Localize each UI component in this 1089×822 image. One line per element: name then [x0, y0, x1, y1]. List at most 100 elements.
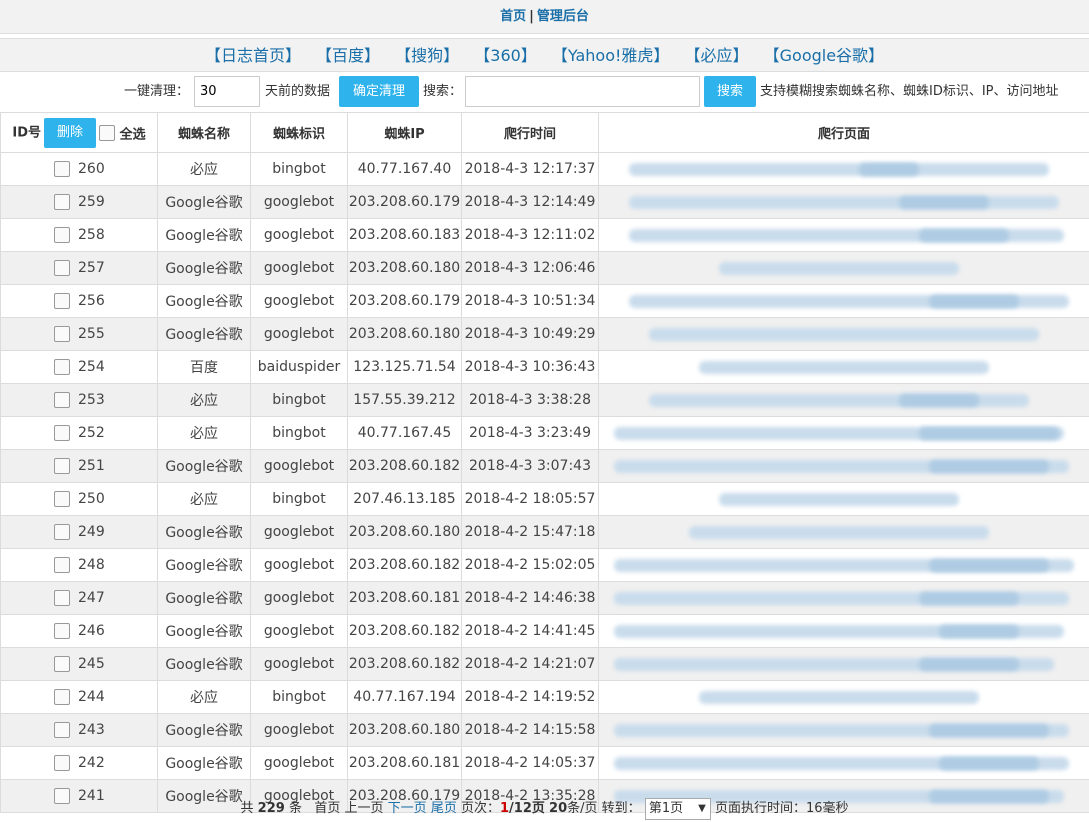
row-checkbox-icon[interactable]: [54, 392, 70, 408]
row-id-cell: 249: [0, 515, 158, 549]
engine-link-baidu[interactable]: 【百度】: [316, 46, 380, 65]
row-checkbox-icon[interactable]: [54, 623, 70, 639]
clean-days-suffix: 天前的数据: [265, 84, 331, 99]
next-page-link[interactable]: 下一页: [388, 801, 427, 816]
table-row[interactable]: 257 Google谷歌 googlebot 203.208.60.180 2018-4…: [0, 251, 1089, 285]
row-crawl-page[interactable]: [598, 185, 1089, 219]
table-row[interactable]: 251 Google谷歌 googlebot 203.208.60.182 2018-4…: [0, 449, 1089, 483]
table-row[interactable]: 259 Google谷歌 googlebot 203.208.60.179 2018-4…: [0, 185, 1089, 219]
row-spider-name: 百度: [157, 350, 251, 384]
row-checkbox-icon[interactable]: [54, 326, 70, 342]
table-row[interactable]: 248 Google谷歌 googlebot 203.208.60.182 2018-4…: [0, 548, 1089, 582]
row-spider-name: 必应: [157, 416, 251, 450]
row-crawl-page[interactable]: [598, 548, 1089, 582]
total-prefix: 共: [240, 801, 254, 816]
search-input[interactable]: [465, 76, 700, 107]
table-row[interactable]: 255 Google谷歌 googlebot 203.208.60.180 2018-4…: [0, 317, 1089, 351]
row-spider-ip: 123.125.71.54: [347, 350, 462, 384]
home-link[interactable]: 首页: [500, 9, 526, 24]
row-crawl-page[interactable]: [598, 218, 1089, 252]
row-id: 242: [78, 755, 105, 771]
row-checkbox-icon[interactable]: [54, 425, 70, 441]
row-spider-ident: googlebot: [250, 713, 348, 747]
engine-link-log-home[interactable]: 【日志首页】: [205, 46, 301, 65]
row-crawl-page[interactable]: [598, 284, 1089, 318]
top-nav: 首页 | 管理后台: [0, 0, 1089, 34]
admin-link[interactable]: 管理后台: [537, 9, 589, 24]
blurred-url: [600, 748, 1089, 779]
row-spider-name: Google谷歌: [157, 284, 251, 318]
row-crawl-page[interactable]: [598, 482, 1089, 516]
row-crawl-page[interactable]: [598, 251, 1089, 285]
table-row[interactable]: 254 百度 baiduspider 123.125.71.54 2018-4-3 10…: [0, 350, 1089, 384]
row-crawl-page[interactable]: [598, 647, 1089, 681]
table-row[interactable]: 258 Google谷歌 googlebot 203.208.60.183 2018-4…: [0, 218, 1089, 252]
blurred-url: [600, 286, 1089, 317]
table-row[interactable]: 249 Google谷歌 googlebot 203.208.60.180 2018-4…: [0, 515, 1089, 549]
select-all-checkbox-icon[interactable]: [99, 124, 116, 141]
row-id: 258: [78, 227, 105, 243]
page-select[interactable]: 第1页 ▼: [644, 797, 711, 820]
row-crawl-page[interactable]: [598, 317, 1089, 351]
engine-filter-bar: 【日志首页】 【百度】 【搜狗】 【360】 【Yahoo!雅虎】 【必应】 【…: [0, 38, 1089, 72]
delete-button[interactable]: 删除: [44, 117, 97, 148]
row-crawl-page[interactable]: [598, 614, 1089, 648]
table-row[interactable]: 256 Google谷歌 googlebot 203.208.60.179 2018-4…: [0, 284, 1089, 318]
table-row[interactable]: 243 Google谷歌 googlebot 203.208.60.180 2018-4…: [0, 713, 1089, 747]
row-checkbox-icon[interactable]: [54, 557, 70, 573]
table-row[interactable]: 246 Google谷歌 googlebot 203.208.60.182 2018-4…: [0, 614, 1089, 648]
table-row[interactable]: 253 必应 bingbot 157.55.39.212 2018-4-3 3:38:2…: [0, 383, 1089, 417]
blurred-url: [600, 649, 1089, 680]
row-crawl-time: 2018-4-2 14:15:58: [461, 713, 599, 747]
table-row[interactable]: 244 必应 bingbot 40.77.167.194 2018-4-2 14:19:…: [0, 680, 1089, 714]
row-checkbox-icon[interactable]: [54, 458, 70, 474]
engine-link-yahoo[interactable]: 【Yahoo!雅虎】: [552, 46, 670, 65]
row-crawl-page[interactable]: [598, 515, 1089, 549]
row-checkbox-icon[interactable]: [54, 656, 70, 672]
table-row[interactable]: 250 必应 bingbot 207.46.13.185 2018-4-2 18:05:…: [0, 482, 1089, 516]
row-checkbox-icon[interactable]: [54, 161, 70, 177]
table-row[interactable]: 252 必应 bingbot 40.77.167.45 2018-4-3 3:23:49: [0, 416, 1089, 450]
engine-link-bing[interactable]: 【必应】: [685, 46, 749, 65]
row-checkbox-icon[interactable]: [54, 260, 70, 276]
engine-link-360[interactable]: 【360】: [474, 46, 537, 65]
select-all-label[interactable]: 全选: [120, 127, 146, 142]
row-checkbox-icon[interactable]: [54, 293, 70, 309]
table-row[interactable]: 247 Google谷歌 googlebot 203.208.60.181 2018-4…: [0, 581, 1089, 615]
row-checkbox-icon[interactable]: [54, 491, 70, 507]
table-row[interactable]: 260 必应 bingbot 40.77.167.40 2018-4-3 12:17:3…: [0, 152, 1089, 186]
table-row[interactable]: 245 Google谷歌 googlebot 203.208.60.182 2018-4…: [0, 647, 1089, 681]
row-crawl-time: 2018-4-2 18:05:57: [461, 482, 599, 516]
engine-link-sogou[interactable]: 【搜狗】: [395, 46, 459, 65]
row-crawl-page[interactable]: [598, 449, 1089, 483]
row-checkbox-icon[interactable]: [54, 722, 70, 738]
row-crawl-page[interactable]: [598, 383, 1089, 417]
row-checkbox-icon[interactable]: [54, 194, 70, 210]
row-checkbox-icon[interactable]: [54, 359, 70, 375]
row-spider-name: 必应: [157, 680, 251, 714]
row-checkbox-icon[interactable]: [54, 590, 70, 606]
row-crawl-page[interactable]: [598, 713, 1089, 747]
row-id: 249: [78, 524, 105, 540]
engine-link-google[interactable]: 【Google谷歌】: [764, 46, 884, 65]
row-spider-name: 必应: [157, 482, 251, 516]
row-checkbox-icon[interactable]: [54, 755, 70, 771]
row-checkbox-icon[interactable]: [54, 524, 70, 540]
row-crawl-time: 2018-4-3 10:49:29: [461, 317, 599, 351]
row-spider-ip: 40.77.167.194: [347, 680, 462, 714]
last-page-link[interactable]: 尾页: [431, 801, 457, 816]
row-crawl-page[interactable]: [598, 746, 1089, 780]
row-checkbox-icon[interactable]: [54, 689, 70, 705]
row-crawl-page[interactable]: [598, 350, 1089, 384]
row-spider-name: Google谷歌: [157, 746, 251, 780]
search-button[interactable]: 搜索: [704, 76, 756, 107]
row-crawl-page[interactable]: [598, 680, 1089, 714]
row-checkbox-icon[interactable]: [54, 227, 70, 243]
row-crawl-page[interactable]: [598, 581, 1089, 615]
confirm-clean-button[interactable]: 确定清理: [339, 76, 419, 107]
row-crawl-time: 2018-4-2 15:02:05: [461, 548, 599, 582]
row-crawl-page[interactable]: [598, 152, 1089, 186]
clean-days-input[interactable]: [194, 76, 260, 107]
table-row[interactable]: 242 Google谷歌 googlebot 203.208.60.181 2018-4…: [0, 746, 1089, 780]
row-crawl-page[interactable]: [598, 416, 1089, 450]
